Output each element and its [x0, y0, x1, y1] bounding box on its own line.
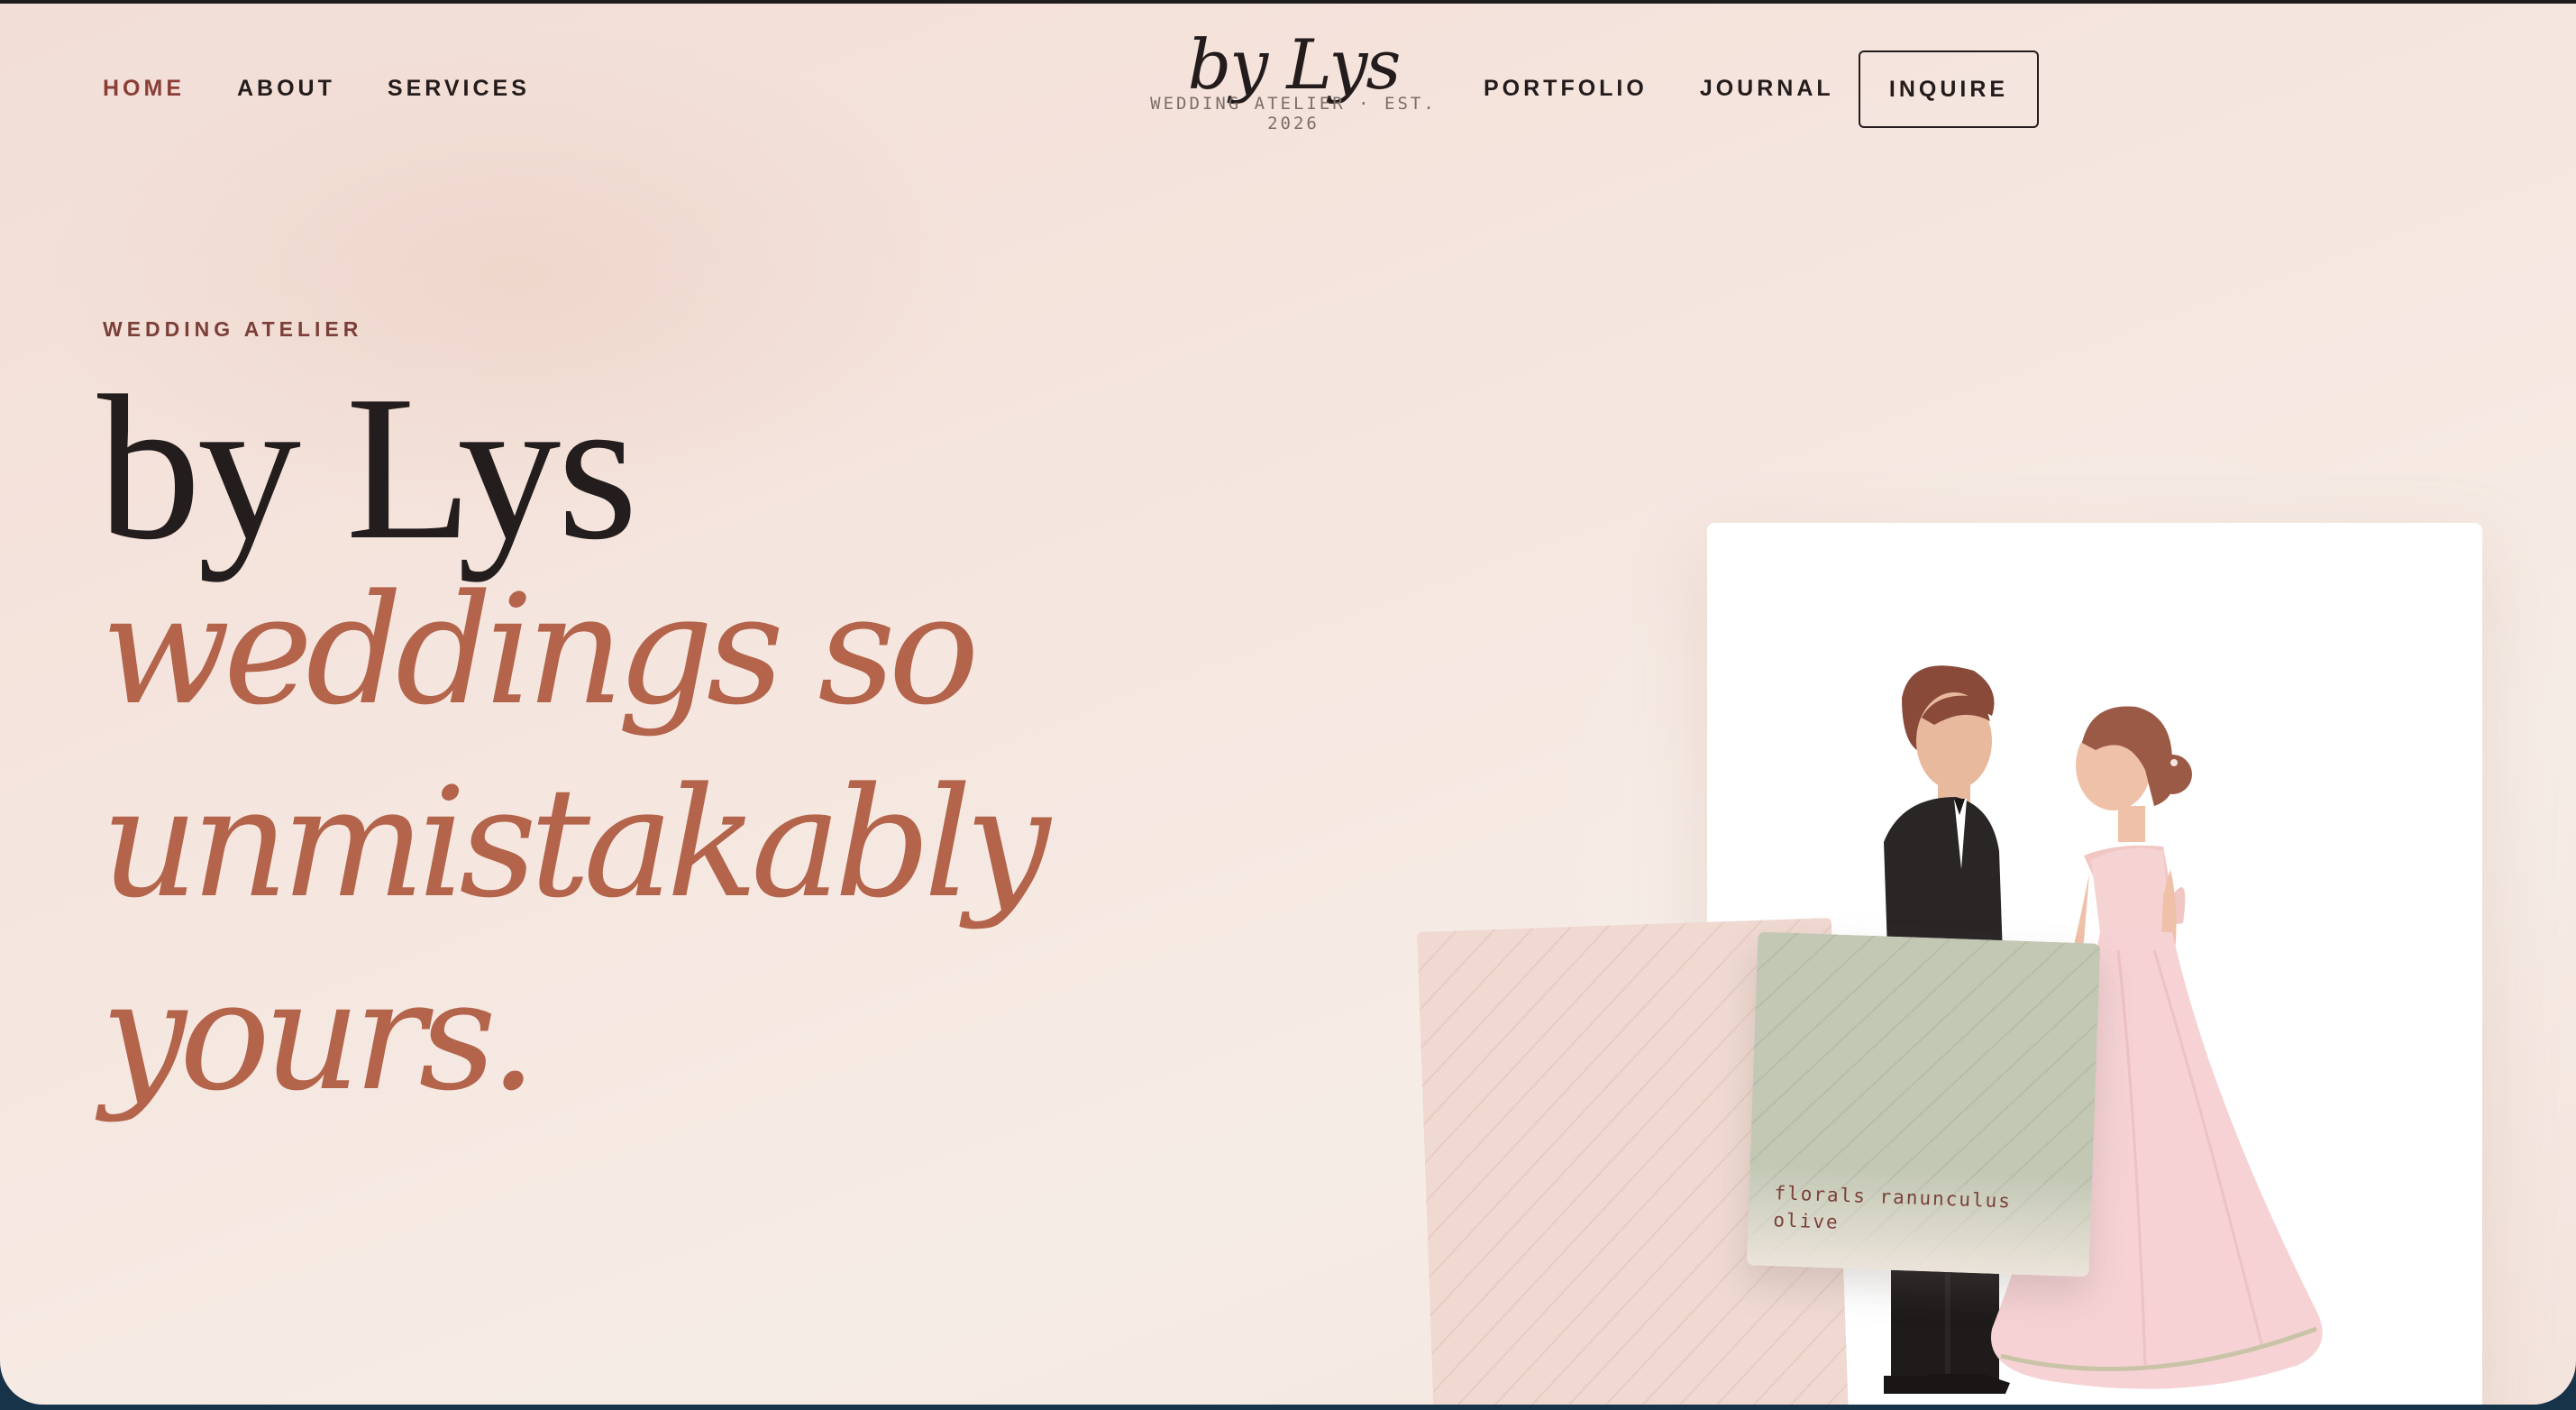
inquire-button[interactable]: INQUIRE — [1859, 50, 2039, 128]
hero-tagline: weddings so unmistakably yours. — [101, 554, 1408, 1132]
primary-nav-left: HOME ABOUT SERVICES — [103, 76, 530, 102]
nav-link-journal[interactable]: JOURNAL — [1700, 76, 1834, 102]
nav-link-home[interactable]: HOME — [103, 76, 185, 102]
brand-logo[interactable]: by Lys WEDDING ATELIER · EST. 2026 — [1145, 24, 1442, 134]
tagline-line-1: weddings so — [101, 562, 980, 738]
brand-subtitle: WEDDING ATELIER · EST. 2026 — [1150, 94, 1437, 133]
nav-link-portfolio[interactable]: PORTFOLIO — [1484, 76, 1648, 102]
tagline-line-3: yours. — [101, 948, 537, 1124]
primary-nav-right: PORTFOLIO JOURNAL — [1484, 76, 1834, 102]
brand-script: by Lys — [1187, 24, 1402, 105]
hero-headline: by Lys — [97, 352, 638, 582]
nav-link-about[interactable]: ABOUT — [237, 76, 335, 102]
swatch-label: florals ranunculus olive — [1773, 1182, 2013, 1233]
tagline-line-2: unmistakably — [101, 755, 1050, 931]
nav-link-services[interactable]: SERVICES — [388, 76, 530, 102]
florals-swatch-card: florals ranunculus olive — [1746, 931, 2101, 1277]
page-frame: HOME ABOUT SERVICES by Lys WEDDING ATELI… — [0, 0, 2576, 1405]
hero-eyebrow: WEDDING ATELIER — [103, 317, 363, 341]
